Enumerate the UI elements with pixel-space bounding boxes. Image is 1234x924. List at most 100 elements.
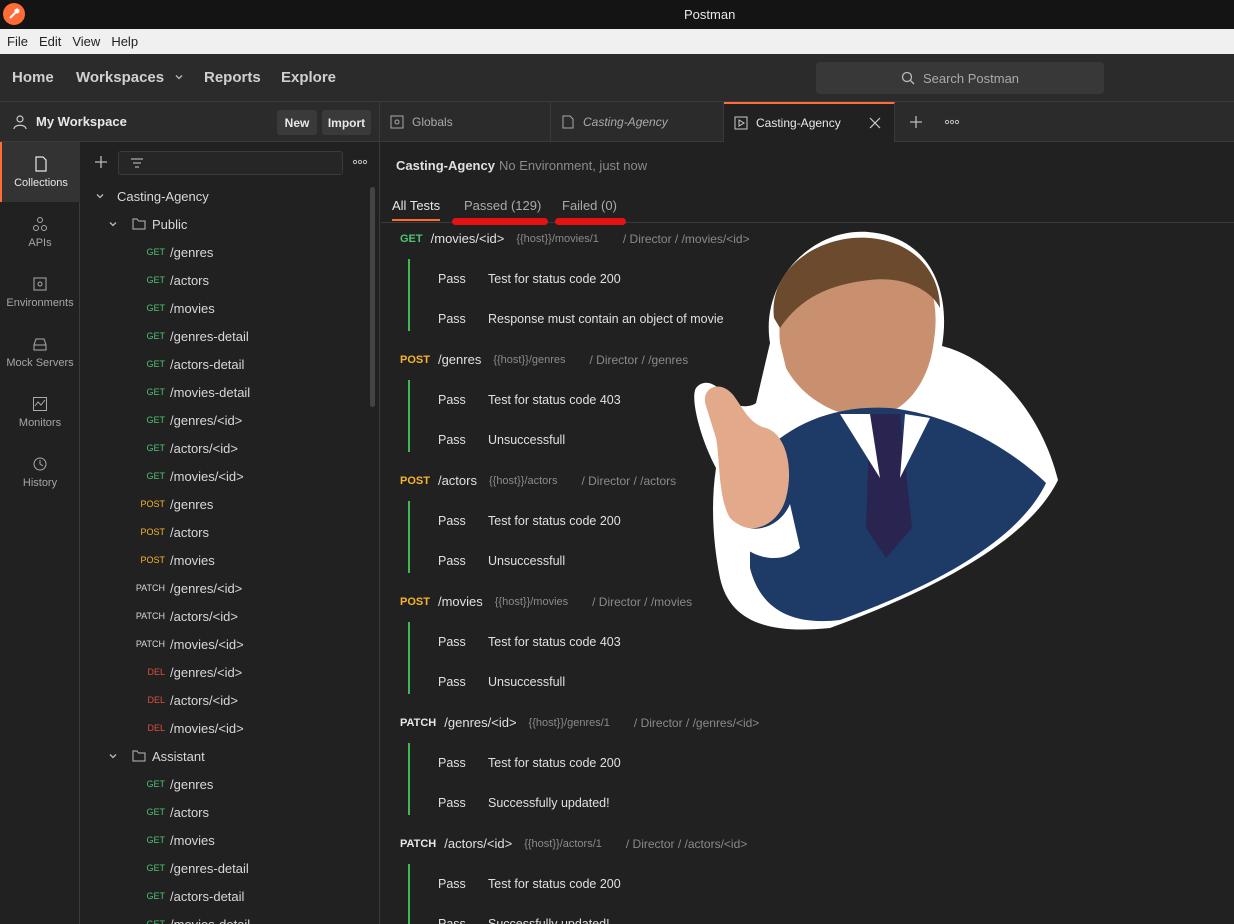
tree-request-item[interactable]: DEL/actors/<id>	[81, 686, 371, 714]
new-button[interactable]: New	[277, 110, 317, 135]
test-result-row: Pass Test for status code 403	[438, 393, 621, 407]
request-folder-path: / Director / /actors/<id>	[625, 836, 748, 851]
filter-input[interactable]	[118, 151, 343, 175]
method-badge: GET	[146, 331, 165, 341]
tree-request-item[interactable]: POST/genres	[81, 490, 371, 518]
folder-icon	[132, 218, 146, 230]
pass-indicator-bar	[408, 743, 410, 815]
rail-mock-servers[interactable]: Mock Servers	[0, 322, 80, 382]
tree-request-item[interactable]: PATCH/movies/<id>	[81, 630, 371, 658]
search-input[interactable]: Search Postman	[816, 62, 1104, 94]
test-result-row: Pass Successfully updated!	[438, 796, 610, 810]
tree-request-item[interactable]: GET/actors	[81, 798, 371, 826]
rail-environments[interactable]: Environments	[0, 262, 80, 322]
tab-runner-results[interactable]: Casting-Agency	[724, 102, 895, 142]
request-folder-path: / Director / /genres/<id>	[633, 715, 760, 730]
nav-home[interactable]: Home	[12, 69, 54, 86]
method-badge: GET	[146, 891, 165, 901]
request-result-header[interactable]: POST/movies {{host}}/movies / Director / /…	[400, 594, 692, 609]
rail-monitors[interactable]: Monitors	[0, 382, 80, 442]
method-badge: GET	[146, 247, 165, 257]
tree-toolbar	[81, 142, 379, 182]
tree-request-item[interactable]: GET/actors-detail	[81, 350, 371, 378]
test-name: Unsuccessfull	[488, 554, 566, 568]
run-subtitle: No Environment, just now	[499, 158, 648, 173]
nav-workspaces[interactable]: Workspaces	[76, 69, 184, 86]
menu-edit[interactable]: Edit	[39, 34, 61, 49]
request-host: {{host}}/movies/1	[516, 232, 599, 245]
test-status: Pass	[438, 433, 466, 447]
rail-history[interactable]: History	[0, 442, 80, 502]
pass-indicator-bar	[408, 259, 410, 331]
tree-request-item[interactable]: PATCH/genres/<id>	[81, 574, 371, 602]
method-badge: PATCH	[135, 611, 165, 621]
request-path: /actors	[170, 804, 210, 820]
folder-name: Public	[152, 216, 188, 232]
import-button[interactable]: Import	[322, 110, 371, 135]
tab-options-icon[interactable]	[944, 119, 960, 125]
tree-request-item[interactable]: GET/actors	[81, 266, 371, 294]
nav-reports[interactable]: Reports	[204, 69, 261, 86]
tree-request-item[interactable]: GET/genres-detail	[81, 322, 371, 350]
tree-request-item[interactable]: GET/movies-detail	[81, 910, 371, 924]
new-tab-icon[interactable]	[909, 115, 923, 129]
request-path: /movies/<id>	[170, 720, 244, 736]
test-result-row: Pass Unsuccessfull	[438, 433, 565, 447]
request-result-header[interactable]: POST/genres {{host}}/genres / Director / /…	[400, 352, 688, 367]
test-result-row: Pass Test for status code 403	[438, 635, 621, 649]
method-badge: GET	[146, 387, 165, 397]
tree-request-item[interactable]: DEL/movies/<id>	[81, 714, 371, 742]
tree-request-item[interactable]: GET/actors/<id>	[81, 434, 371, 462]
workspace-name[interactable]: My Workspace	[36, 114, 127, 129]
more-options-icon[interactable]	[352, 159, 368, 165]
tree-folder[interactable]: Assistant	[81, 742, 371, 770]
request-path: /genres-detail	[170, 328, 249, 344]
nav-explore[interactable]: Explore	[281, 69, 336, 86]
tree-scrollbar[interactable]	[370, 187, 375, 407]
test-name: Test for status code 200	[488, 756, 621, 770]
request-host: {{host}}/genres/1	[528, 716, 610, 729]
tab-failed[interactable]: Failed (0)	[562, 198, 617, 213]
tab-passed[interactable]: Passed (129)	[464, 198, 541, 213]
tree-collection[interactable]: Casting-Agency	[81, 182, 371, 210]
tree-request-item[interactable]: DEL/genres/<id>	[81, 658, 371, 686]
request-url: /movies/<id>	[430, 231, 505, 246]
tree-request-item[interactable]: GET/genres/<id>	[81, 406, 371, 434]
tree-request-item[interactable]: PATCH/actors/<id>	[81, 602, 371, 630]
rail-collections[interactable]: Collections	[0, 142, 80, 202]
tab-globals[interactable]: Globals	[380, 102, 551, 142]
tab-all-tests[interactable]: All Tests	[392, 198, 441, 221]
request-result-header[interactable]: PATCH/genres/<id> {{host}}/genres/1 / Dire…	[400, 715, 759, 730]
tab-collection-preview[interactable]: Casting-Agency	[551, 102, 724, 142]
menu-view[interactable]: View	[72, 34, 100, 49]
rail-apis[interactable]: APIs	[0, 202, 80, 262]
tree-folder[interactable]: Public	[81, 210, 371, 238]
tree-request-item[interactable]: GET/movies-detail	[81, 378, 371, 406]
rail-label: Monitors	[18, 417, 62, 429]
menu-help[interactable]: Help	[111, 34, 138, 49]
request-path: /movies	[170, 832, 215, 848]
tree-request-item[interactable]: GET/genres-detail	[81, 854, 371, 882]
tree-request-item[interactable]: GET/movies	[81, 294, 371, 322]
environments-icon	[33, 277, 47, 291]
tree-request-item[interactable]: GET/genres	[81, 770, 371, 798]
method-badge: GET	[146, 471, 165, 481]
tree-request-item[interactable]: GET/movies/<id>	[81, 462, 371, 490]
test-result-row: Pass Unsuccessfull	[438, 554, 565, 568]
request-result-header[interactable]: POST/actors {{host}}/actors / Director / /…	[400, 473, 676, 488]
menu-file[interactable]: File	[7, 34, 28, 49]
chevron-down-icon	[109, 222, 117, 227]
tree-request-item[interactable]: GET/movies	[81, 826, 371, 854]
request-url: /actors	[437, 473, 477, 488]
request-path: /genres/<id>	[170, 580, 243, 596]
tree-request-item[interactable]: POST/actors	[81, 518, 371, 546]
plus-icon[interactable]	[94, 155, 108, 169]
close-icon[interactable]	[869, 117, 881, 129]
tree-request-item[interactable]: POST/movies	[81, 546, 371, 574]
top-header: Home Workspaces Reports Explore Search P…	[0, 54, 1234, 102]
monitors-icon	[33, 397, 47, 411]
request-path: /actors-detail	[170, 356, 245, 372]
tree-request-item[interactable]: GET/actors-detail	[81, 882, 371, 910]
request-result-header[interactable]: PATCH/actors/<id> {{host}}/actors/1 / Dire…	[400, 836, 747, 851]
tree-request-item[interactable]: GET/genres	[81, 238, 371, 266]
